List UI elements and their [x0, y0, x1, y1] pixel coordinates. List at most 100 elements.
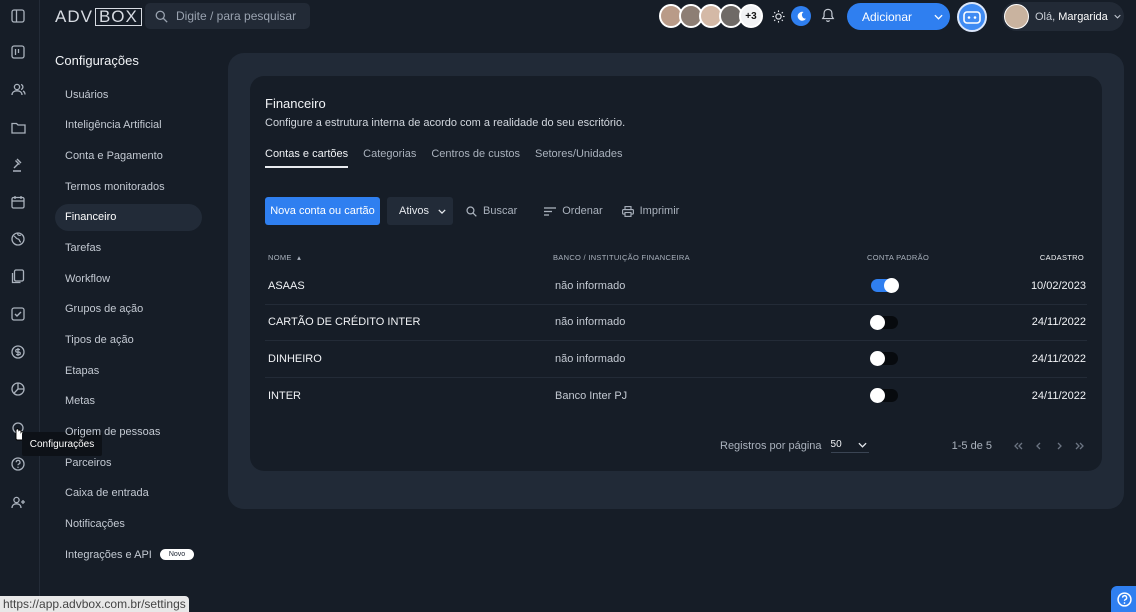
next-page-icon[interactable] [1055, 442, 1063, 450]
per-page-select[interactable]: 50 [830, 439, 869, 453]
order-button[interactable]: Ordenar [544, 205, 603, 217]
col-date-header: CADASTRO [1039, 252, 1084, 262]
col-bank-header: BANCO / INSTITUIÇÃO FINANCEIRA [553, 252, 690, 262]
sidebar-item-label: Tipos de ação [65, 334, 134, 346]
sidebar-item[interactable]: Conta e Pagamento [55, 142, 202, 169]
default-account-toggle[interactable] [870, 314, 898, 330]
tab[interactable]: Centros de custos [431, 148, 520, 168]
search-button-label: Buscar [483, 205, 518, 217]
tab[interactable]: Contas e cartões [265, 148, 349, 168]
logo-adv-text: ADV [55, 6, 93, 26]
help-circle-icon [1116, 591, 1132, 607]
default-account-cell [865, 351, 995, 367]
sidebar-item-label: Tarefas [65, 241, 102, 254]
ai-assistant-button[interactable] [957, 2, 987, 32]
sidebar-item[interactable]: Integrações e API Novo [55, 541, 202, 568]
tab[interactable]: Setores/Unidades [535, 148, 622, 168]
account-name: DINHEIRO [268, 352, 322, 365]
table-header: NOME ▴ BANCO / INSTITUIÇÃO FINANCEIRA CO… [265, 246, 1087, 268]
calendar-icon[interactable] [10, 194, 26, 210]
sidebar-item[interactable]: Inteligência Artificial [55, 112, 202, 139]
moon-icon[interactable] [791, 6, 811, 26]
search-button[interactable]: Buscar [466, 205, 517, 217]
chart-pie-icon[interactable] [10, 381, 26, 397]
more-avatars-badge[interactable]: +3 [739, 4, 763, 28]
col-default-header: CONTA PADRÃO [867, 252, 930, 262]
status-filter-value: Ativos [399, 205, 429, 217]
sidebar-item[interactable]: Termos monitorados [55, 173, 202, 200]
accounts-table: NOME ▴ BANCO / INSTITUIÇÃO FINANCEIRA CO… [265, 246, 1087, 414]
chevron-down-icon [1114, 14, 1121, 19]
kanban-icon[interactable] [10, 44, 26, 60]
default-account-toggle[interactable] [871, 278, 899, 294]
sidebar-item[interactable]: Caixa de entrada [55, 480, 202, 507]
status-bar-url: https://app.advbox.com.br/settings [0, 596, 189, 612]
table-row[interactable]: CARTÃO DE CRÉDITO INTER não informado 24/1… [265, 305, 1087, 341]
sidebar-item-label: Integrações e API [65, 548, 152, 561]
team-avatars[interactable]: +3 [659, 4, 763, 28]
new-badge: Novo [159, 549, 195, 561]
advbox-logo[interactable]: ADV BOX [55, 7, 142, 26]
user-greeting: Olá, Margarida [1035, 10, 1108, 23]
theme-toggle[interactable] [772, 6, 811, 26]
sidebar-item[interactable]: Workflow [55, 265, 202, 292]
sidebar-item[interactable]: Grupos de ação [55, 296, 202, 323]
default-account-toggle[interactable] [870, 388, 898, 404]
folder-icon[interactable] [10, 119, 26, 135]
sidebar-item-label: Etapas [65, 364, 100, 377]
account-created-date: 24/11/2022 [1031, 352, 1086, 365]
last-page-icon[interactable] [1075, 442, 1085, 450]
account-created-date: 24/11/2022 [1031, 316, 1086, 329]
table-row[interactable]: ASAAS não informado 10/02/2023 [265, 268, 1087, 305]
help-circle-icon[interactable] [10, 456, 26, 472]
tab[interactable]: Categorias [363, 148, 416, 168]
user-name: Margarida [1058, 10, 1108, 23]
sun-icon[interactable] [772, 9, 785, 23]
search-icon [155, 10, 168, 23]
add-button-label: Adicionar [862, 9, 913, 24]
globe-icon[interactable] [10, 231, 26, 247]
account-bank: não informado [555, 279, 626, 292]
print-button[interactable]: Imprimir [621, 205, 679, 217]
user-plus-icon[interactable] [10, 494, 26, 510]
new-account-button[interactable]: Nova conta ou cartão [265, 197, 380, 225]
account-name: ASAAS [268, 279, 305, 292]
sidebar-item[interactable]: Etapas [55, 357, 202, 384]
prev-page-icon[interactable] [1035, 442, 1043, 450]
search-input[interactable]: Digite / para pesquisar [176, 9, 296, 23]
toggle-knob [884, 278, 899, 294]
default-account-toggle[interactable] [870, 351, 898, 367]
table-row[interactable]: INTER Banco Inter PJ 24/11/2022 [265, 378, 1087, 415]
sidebar-item[interactable]: Origem de pessoas [55, 419, 202, 446]
sidebar-item[interactable]: Tarefas [55, 234, 202, 261]
sidebar-item-label: Metas [65, 395, 95, 408]
sidebar-item[interactable]: Financeiro [55, 203, 202, 231]
per-page-label: Registros por página [720, 440, 822, 452]
layout-icon[interactable] [10, 8, 26, 24]
default-account-cell [865, 388, 995, 404]
sidebar-item[interactable]: Tipos de ação [55, 327, 202, 354]
checklist-icon[interactable] [10, 306, 26, 322]
sidebar-item[interactable]: Notificações [55, 511, 202, 538]
add-button[interactable]: Adicionar [847, 3, 950, 30]
dollar-icon[interactable] [10, 344, 26, 360]
order-button-label: Ordenar [562, 205, 603, 217]
status-filter-select[interactable]: Ativos [387, 197, 453, 225]
sidebar-item[interactable]: Metas [55, 388, 202, 415]
global-search[interactable]: Digite / para pesquisar [145, 3, 310, 29]
sidebar-item-label: Workflow [65, 272, 111, 285]
users-icon[interactable] [10, 81, 26, 97]
sidebar-title: Configurações [55, 53, 139, 68]
sidebar-item-label: Parceiros [65, 456, 112, 469]
sidebar-item[interactable]: Parceiros [55, 449, 202, 476]
user-menu[interactable]: Olá, Margarida [1002, 2, 1124, 31]
bell-icon[interactable] [821, 8, 835, 23]
table-row[interactable]: DINHEIRO não informado 24/11/2022 [265, 341, 1087, 378]
gavel-icon[interactable] [10, 156, 26, 172]
documents-icon[interactable] [10, 268, 26, 284]
account-name: CARTÃO DE CRÉDITO INTER [268, 316, 421, 329]
help-chat-button[interactable] [1111, 586, 1136, 612]
sidebar-item[interactable]: Usuários [55, 81, 202, 108]
col-name-header[interactable]: NOME ▴ [265, 253, 555, 262]
first-page-icon[interactable] [1013, 442, 1023, 450]
